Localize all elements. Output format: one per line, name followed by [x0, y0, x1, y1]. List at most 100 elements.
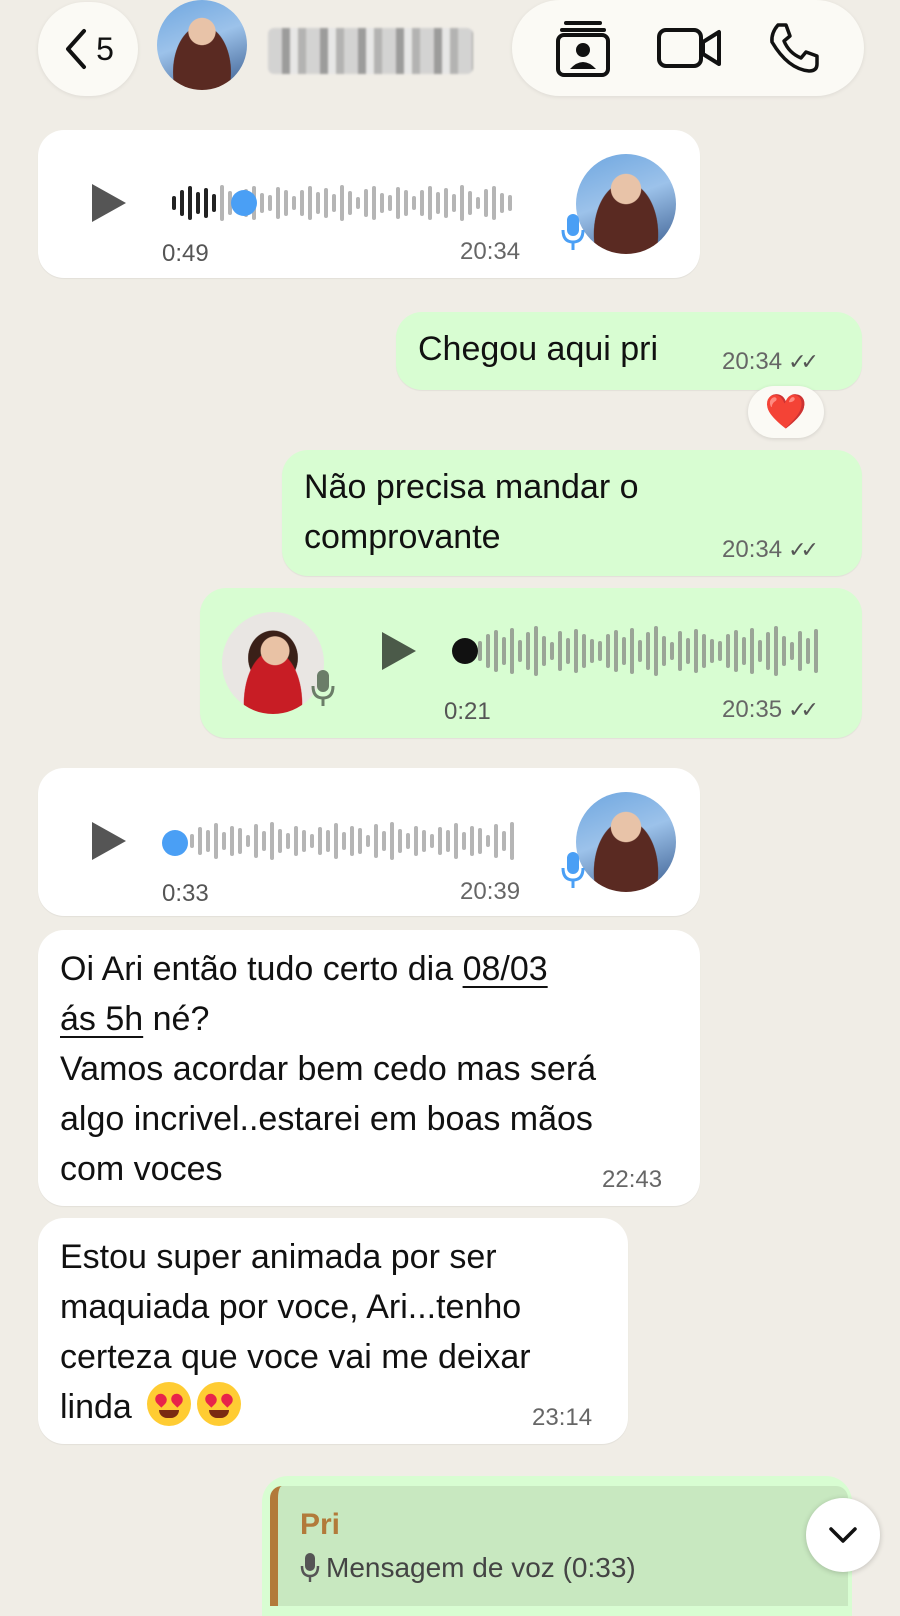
playback-knob[interactable] [231, 190, 257, 216]
message-time: 20:39 [460, 878, 521, 905]
message-text: né? [143, 1000, 210, 1038]
contact-card-icon[interactable] [555, 19, 610, 77]
waveform-bar [606, 634, 610, 668]
waveform-bar [404, 190, 408, 216]
playback-knob[interactable] [162, 830, 188, 856]
voice-message-outgoing[interactable]: 0:21 20:35 ✓✓ [200, 588, 862, 738]
waveform-bar [284, 190, 288, 216]
waveform-bar [542, 636, 546, 666]
message-time-row: 20:34 ✓✓ [722, 348, 819, 376]
waveform-bar [436, 192, 440, 214]
waveform-bar [254, 824, 258, 858]
waveform-bar [358, 828, 362, 854]
waveform-bar [492, 186, 496, 220]
waveform-bar [444, 188, 448, 218]
quoted-message[interactable] [270, 1486, 848, 1606]
waveform-bar [422, 830, 426, 852]
scroll-to-bottom-button[interactable] [806, 1498, 880, 1572]
contact-name[interactable] [268, 28, 473, 74]
waveform-bar [246, 835, 250, 847]
quoted-label: Mensagem de voz (0:33) [326, 1552, 636, 1583]
header-actions [512, 0, 864, 96]
waveform-bar [638, 640, 642, 662]
waveform-bar [428, 186, 432, 220]
quoted-voice-label: Mensagem de voz (0:33) [300, 1552, 636, 1584]
waveform[interactable] [172, 178, 512, 228]
waveform-bar [438, 827, 442, 855]
waveform-bar [316, 192, 320, 214]
waveform-bar [188, 186, 192, 220]
voice-message-incoming[interactable]: 0:49 20:34 [38, 130, 700, 278]
waveform-bar [590, 639, 594, 663]
waveform-bar [366, 835, 370, 847]
heart-reaction[interactable]: ❤️ [748, 386, 824, 438]
waveform-bar [262, 831, 266, 851]
waveform-bar [268, 195, 272, 211]
waveform-bar [814, 629, 818, 673]
voice-duration: 0:49 [162, 240, 209, 267]
voice-message-incoming[interactable]: 0:33 20:39 [38, 768, 700, 916]
waveform-bar [238, 828, 242, 854]
message-time: 20:34 [460, 238, 521, 265]
play-icon[interactable] [92, 184, 126, 222]
waveform-bar [286, 833, 290, 849]
waveform-bar [622, 637, 626, 665]
waveform-bar [702, 634, 706, 668]
waveform-bar [494, 824, 498, 858]
contact-avatar[interactable] [157, 0, 247, 90]
waveform-bar [390, 822, 394, 860]
video-call-icon[interactable] [656, 26, 721, 70]
text-message-outgoing[interactable]: Chegou aqui pri 20:34 ✓✓ [396, 312, 862, 390]
waveform[interactable] [190, 816, 514, 866]
playback-knob[interactable] [452, 638, 478, 664]
waveform-bar [300, 190, 304, 216]
waveform-bar [310, 834, 314, 848]
text-message-outgoing[interactable]: Não precisa mandar o comprovante 20:34 ✓✓ [282, 450, 862, 576]
waveform[interactable] [478, 626, 818, 676]
play-icon[interactable] [92, 822, 126, 860]
waveform-bar [302, 830, 306, 852]
waveform-bar [412, 196, 416, 210]
unread-count: 5 [96, 30, 114, 67]
waveform-bar [454, 823, 458, 859]
time-link[interactable]: ás 5h [60, 1000, 143, 1038]
waveform-bar [574, 629, 578, 673]
message-text-line: Vamos acordar bem cedo mas será [60, 1050, 597, 1088]
waveform-bar [190, 834, 194, 848]
waveform-bar [502, 637, 506, 665]
play-icon[interactable] [382, 632, 416, 670]
waveform-bar [478, 828, 482, 854]
message-time-row: 20:35 ✓✓ [722, 696, 819, 724]
quoted-sender: Pri [300, 1508, 341, 1541]
text-message-incoming[interactable]: Oi Ari então tudo certo dia 08/03 ás 5h … [38, 930, 700, 1206]
waveform-bar [222, 832, 226, 850]
voice-call-icon[interactable] [768, 22, 820, 74]
waveform-bar [502, 831, 506, 851]
waveform-bar [278, 829, 282, 853]
read-ticks-icon: ✓✓ [788, 537, 819, 562]
waveform-bar [486, 634, 490, 668]
waveform-bar [678, 631, 682, 671]
chevron-down-icon [829, 1527, 857, 1543]
waveform-bar [486, 835, 490, 847]
waveform-bar [372, 186, 376, 220]
waveform-bar [374, 824, 378, 858]
message-time: 20:34 [722, 348, 783, 375]
back-button[interactable]: 5 [38, 2, 138, 96]
waveform-bar [356, 197, 360, 209]
waveform-bar [670, 642, 674, 660]
waveform-bar [534, 626, 538, 676]
waveform-bar [292, 196, 296, 210]
waveform-bar [380, 193, 384, 213]
date-link[interactable]: 08/03 [463, 950, 548, 988]
voice-duration: 0:21 [444, 698, 491, 725]
waveform-bar [500, 193, 504, 213]
chevron-left-icon [66, 29, 87, 69]
waveform-bar [220, 185, 224, 221]
waveform-bar [654, 626, 658, 676]
sender-avatar [576, 154, 676, 254]
message-text-line: certeza que voce vai me deixar [60, 1338, 531, 1376]
message-text-line: ás 5h né? [60, 994, 209, 1044]
microphone-icon [561, 852, 585, 888]
text-message-incoming[interactable]: Estou super animada por ser maquiada por… [38, 1218, 628, 1444]
